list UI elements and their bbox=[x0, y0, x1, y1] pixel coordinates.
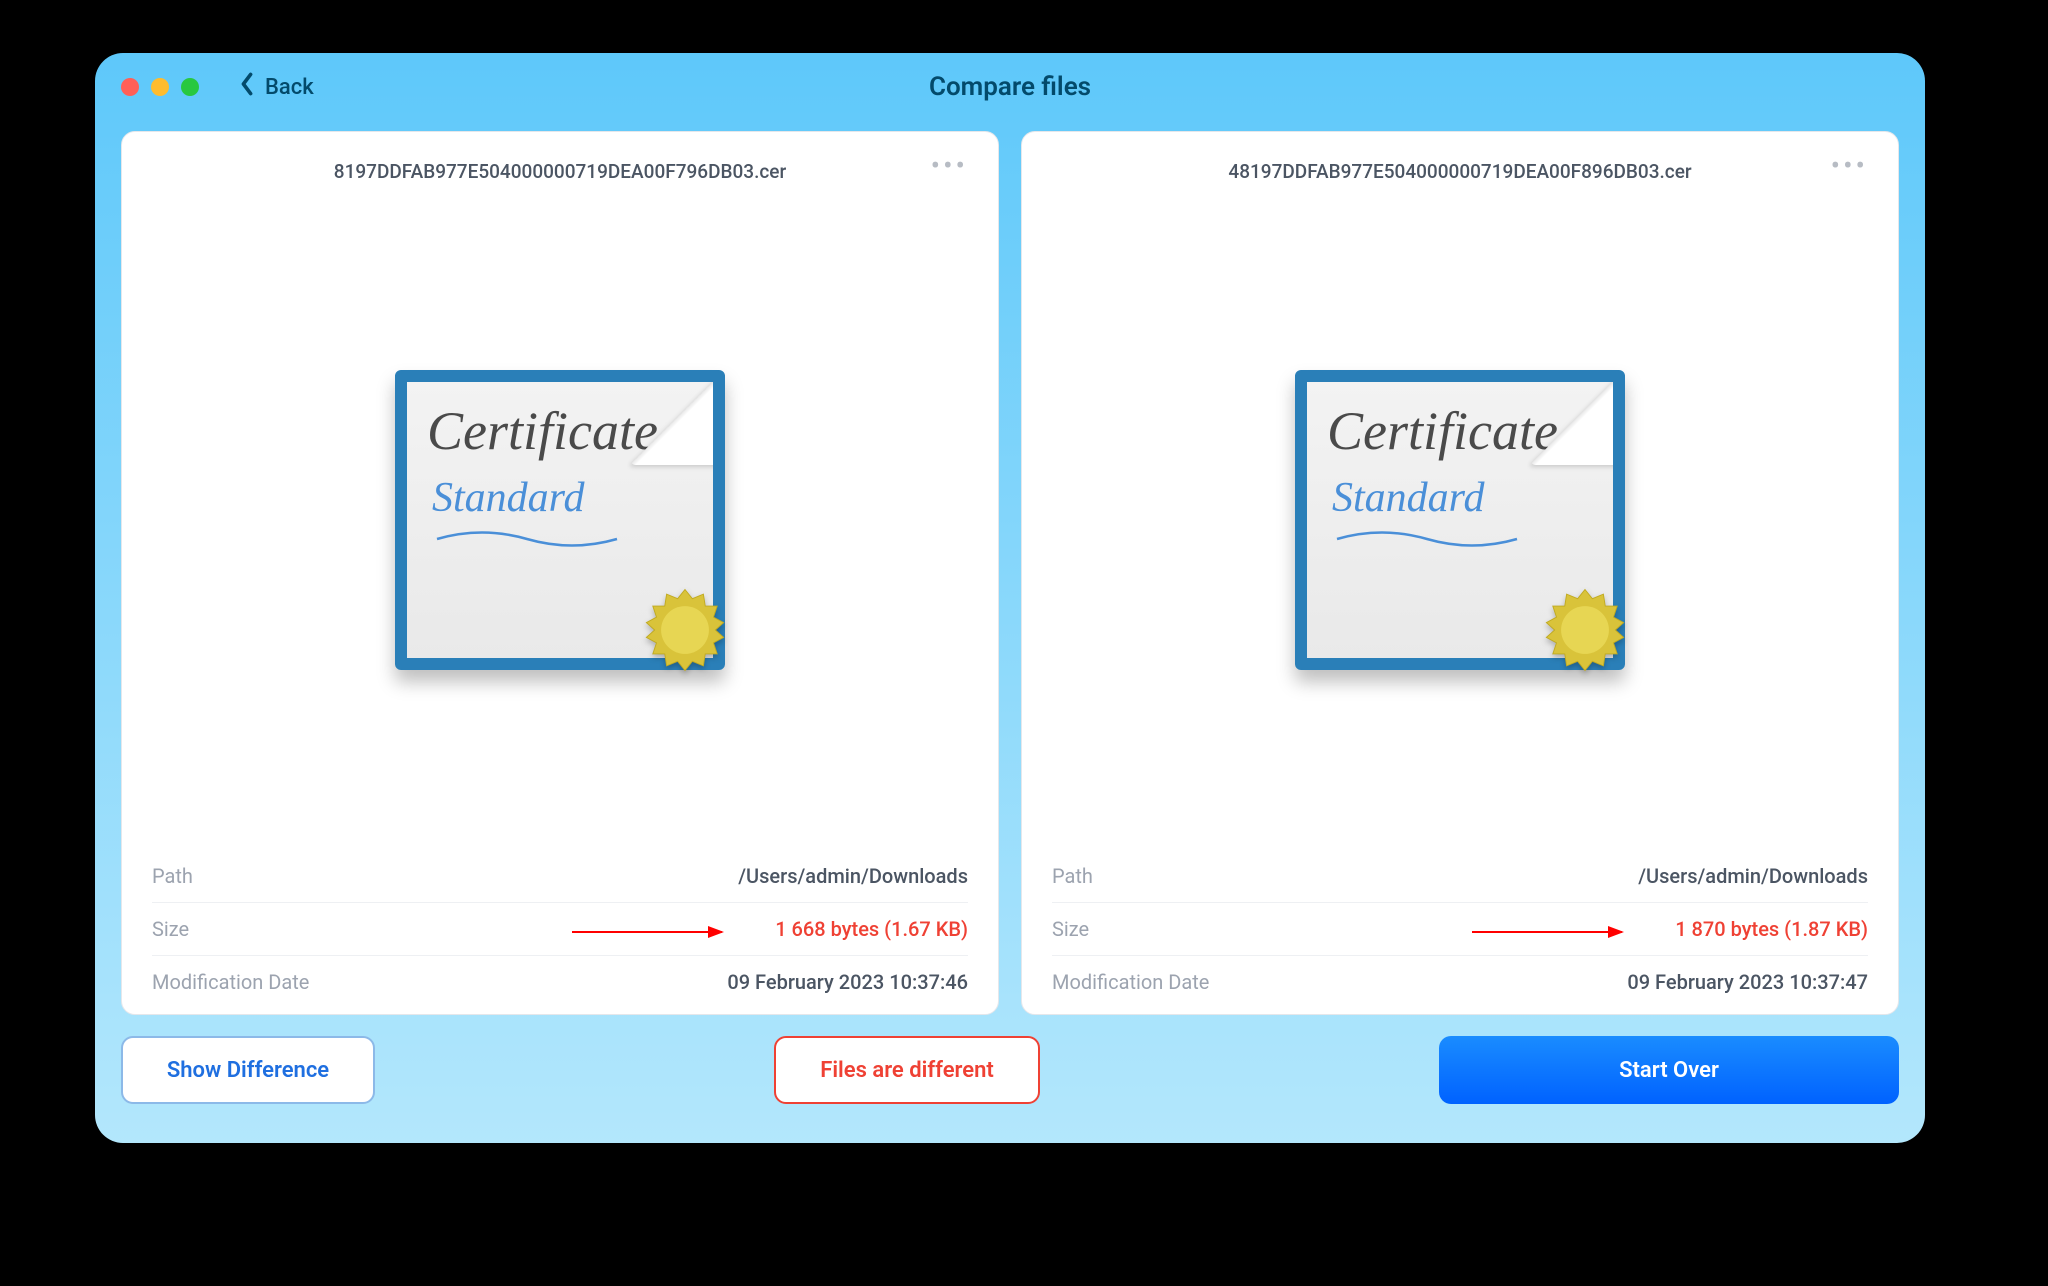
back-button[interactable]: Back bbox=[239, 72, 314, 102]
more-options-button[interactable]: ••• bbox=[1831, 156, 1868, 176]
certificate-icon: Certificate Standard bbox=[1295, 370, 1625, 670]
moddate-value: 09 February 2023 10:37:46 bbox=[727, 970, 968, 994]
path-value: /Users/admin/Downloads bbox=[738, 864, 968, 888]
size-value: 1 668 bytes (1.67 KB) bbox=[775, 917, 968, 941]
window-title: Compare files bbox=[95, 72, 1925, 102]
path-value: /Users/admin/Downloads bbox=[1638, 864, 1868, 888]
show-difference-button[interactable]: Show Difference bbox=[121, 1036, 375, 1104]
start-over-button[interactable]: Start Over bbox=[1439, 1036, 1899, 1104]
footer: Show Difference Files are different Star… bbox=[95, 1015, 1925, 1143]
meta-row-path: Path /Users/admin/Downloads bbox=[1052, 864, 1868, 903]
filename: 48197DDFAB977E504000000719DEA00F896DB03.… bbox=[1228, 160, 1691, 183]
file-meta: Path /Users/admin/Downloads Size 1 668 b… bbox=[152, 854, 968, 994]
comparison-status-label: Files are different bbox=[820, 1058, 994, 1083]
minimize-window-button[interactable] bbox=[151, 78, 169, 96]
moddate-value: 09 February 2023 10:37:47 bbox=[1627, 970, 1868, 994]
page-fold-icon bbox=[630, 370, 725, 465]
titlebar: Back Compare files bbox=[95, 53, 1925, 121]
flourish-icon bbox=[432, 530, 622, 548]
compare-panels: 8197DDFAB977E504000000719DEA00F796DB03.c… bbox=[95, 121, 1925, 1015]
flourish-icon bbox=[1332, 530, 1522, 548]
meta-row-path: Path /Users/admin/Downloads bbox=[152, 864, 968, 903]
certificate-icon: Certificate Standard bbox=[395, 370, 725, 670]
path-label: Path bbox=[1052, 864, 1093, 888]
close-window-button[interactable] bbox=[121, 78, 139, 96]
seal-icon bbox=[639, 584, 731, 676]
file-preview: Certificate Standard bbox=[1052, 186, 1868, 854]
file-panel-right: 48197DDFAB977E504000000719DEA00F896DB03.… bbox=[1021, 131, 1899, 1015]
path-label: Path bbox=[152, 864, 193, 888]
certificate-subtitle: Standard bbox=[432, 474, 584, 522]
more-options-button[interactable]: ••• bbox=[931, 156, 968, 176]
filename: 8197DDFAB977E504000000719DEA00F796DB03.c… bbox=[334, 160, 786, 183]
start-over-label: Start Over bbox=[1619, 1058, 1719, 1083]
panel-header: 8197DDFAB977E504000000719DEA00F796DB03.c… bbox=[152, 156, 968, 186]
back-label: Back bbox=[265, 75, 314, 100]
page-fold-icon bbox=[1530, 370, 1625, 465]
file-meta: Path /Users/admin/Downloads Size 1 870 b… bbox=[1052, 854, 1868, 994]
window-controls bbox=[121, 78, 199, 96]
certificate-subtitle: Standard bbox=[1332, 474, 1484, 522]
size-label: Size bbox=[152, 917, 189, 941]
size-value: 1 870 bytes (1.87 KB) bbox=[1675, 917, 1868, 941]
panel-header: 48197DDFAB977E504000000719DEA00F896DB03.… bbox=[1052, 156, 1868, 186]
difference-arrow-icon bbox=[1472, 931, 1622, 933]
file-preview: Certificate Standard bbox=[152, 186, 968, 854]
stage: Back Compare files 8197DDFAB977E50400000… bbox=[0, 0, 2048, 1286]
difference-arrow-icon bbox=[572, 931, 722, 933]
meta-row-size: Size 1 668 bytes (1.67 KB) bbox=[152, 917, 968, 956]
moddate-label: Modification Date bbox=[152, 970, 309, 994]
zoom-window-button[interactable] bbox=[181, 78, 199, 96]
certificate-title: Certificate bbox=[427, 400, 658, 462]
app-window: Back Compare files 8197DDFAB977E50400000… bbox=[95, 53, 1925, 1143]
meta-row-moddate: Modification Date 09 February 2023 10:37… bbox=[152, 970, 968, 994]
moddate-label: Modification Date bbox=[1052, 970, 1209, 994]
file-panel-left: 8197DDFAB977E504000000719DEA00F796DB03.c… bbox=[121, 131, 999, 1015]
comparison-status-badge: Files are different bbox=[774, 1036, 1040, 1104]
certificate-title: Certificate bbox=[1327, 400, 1558, 462]
meta-row-moddate: Modification Date 09 February 2023 10:37… bbox=[1052, 970, 1868, 994]
size-label: Size bbox=[1052, 917, 1089, 941]
meta-row-size: Size 1 870 bytes (1.87 KB) bbox=[1052, 917, 1868, 956]
show-difference-label: Show Difference bbox=[167, 1058, 329, 1083]
chevron-left-icon bbox=[239, 72, 255, 102]
seal-icon bbox=[1539, 584, 1631, 676]
